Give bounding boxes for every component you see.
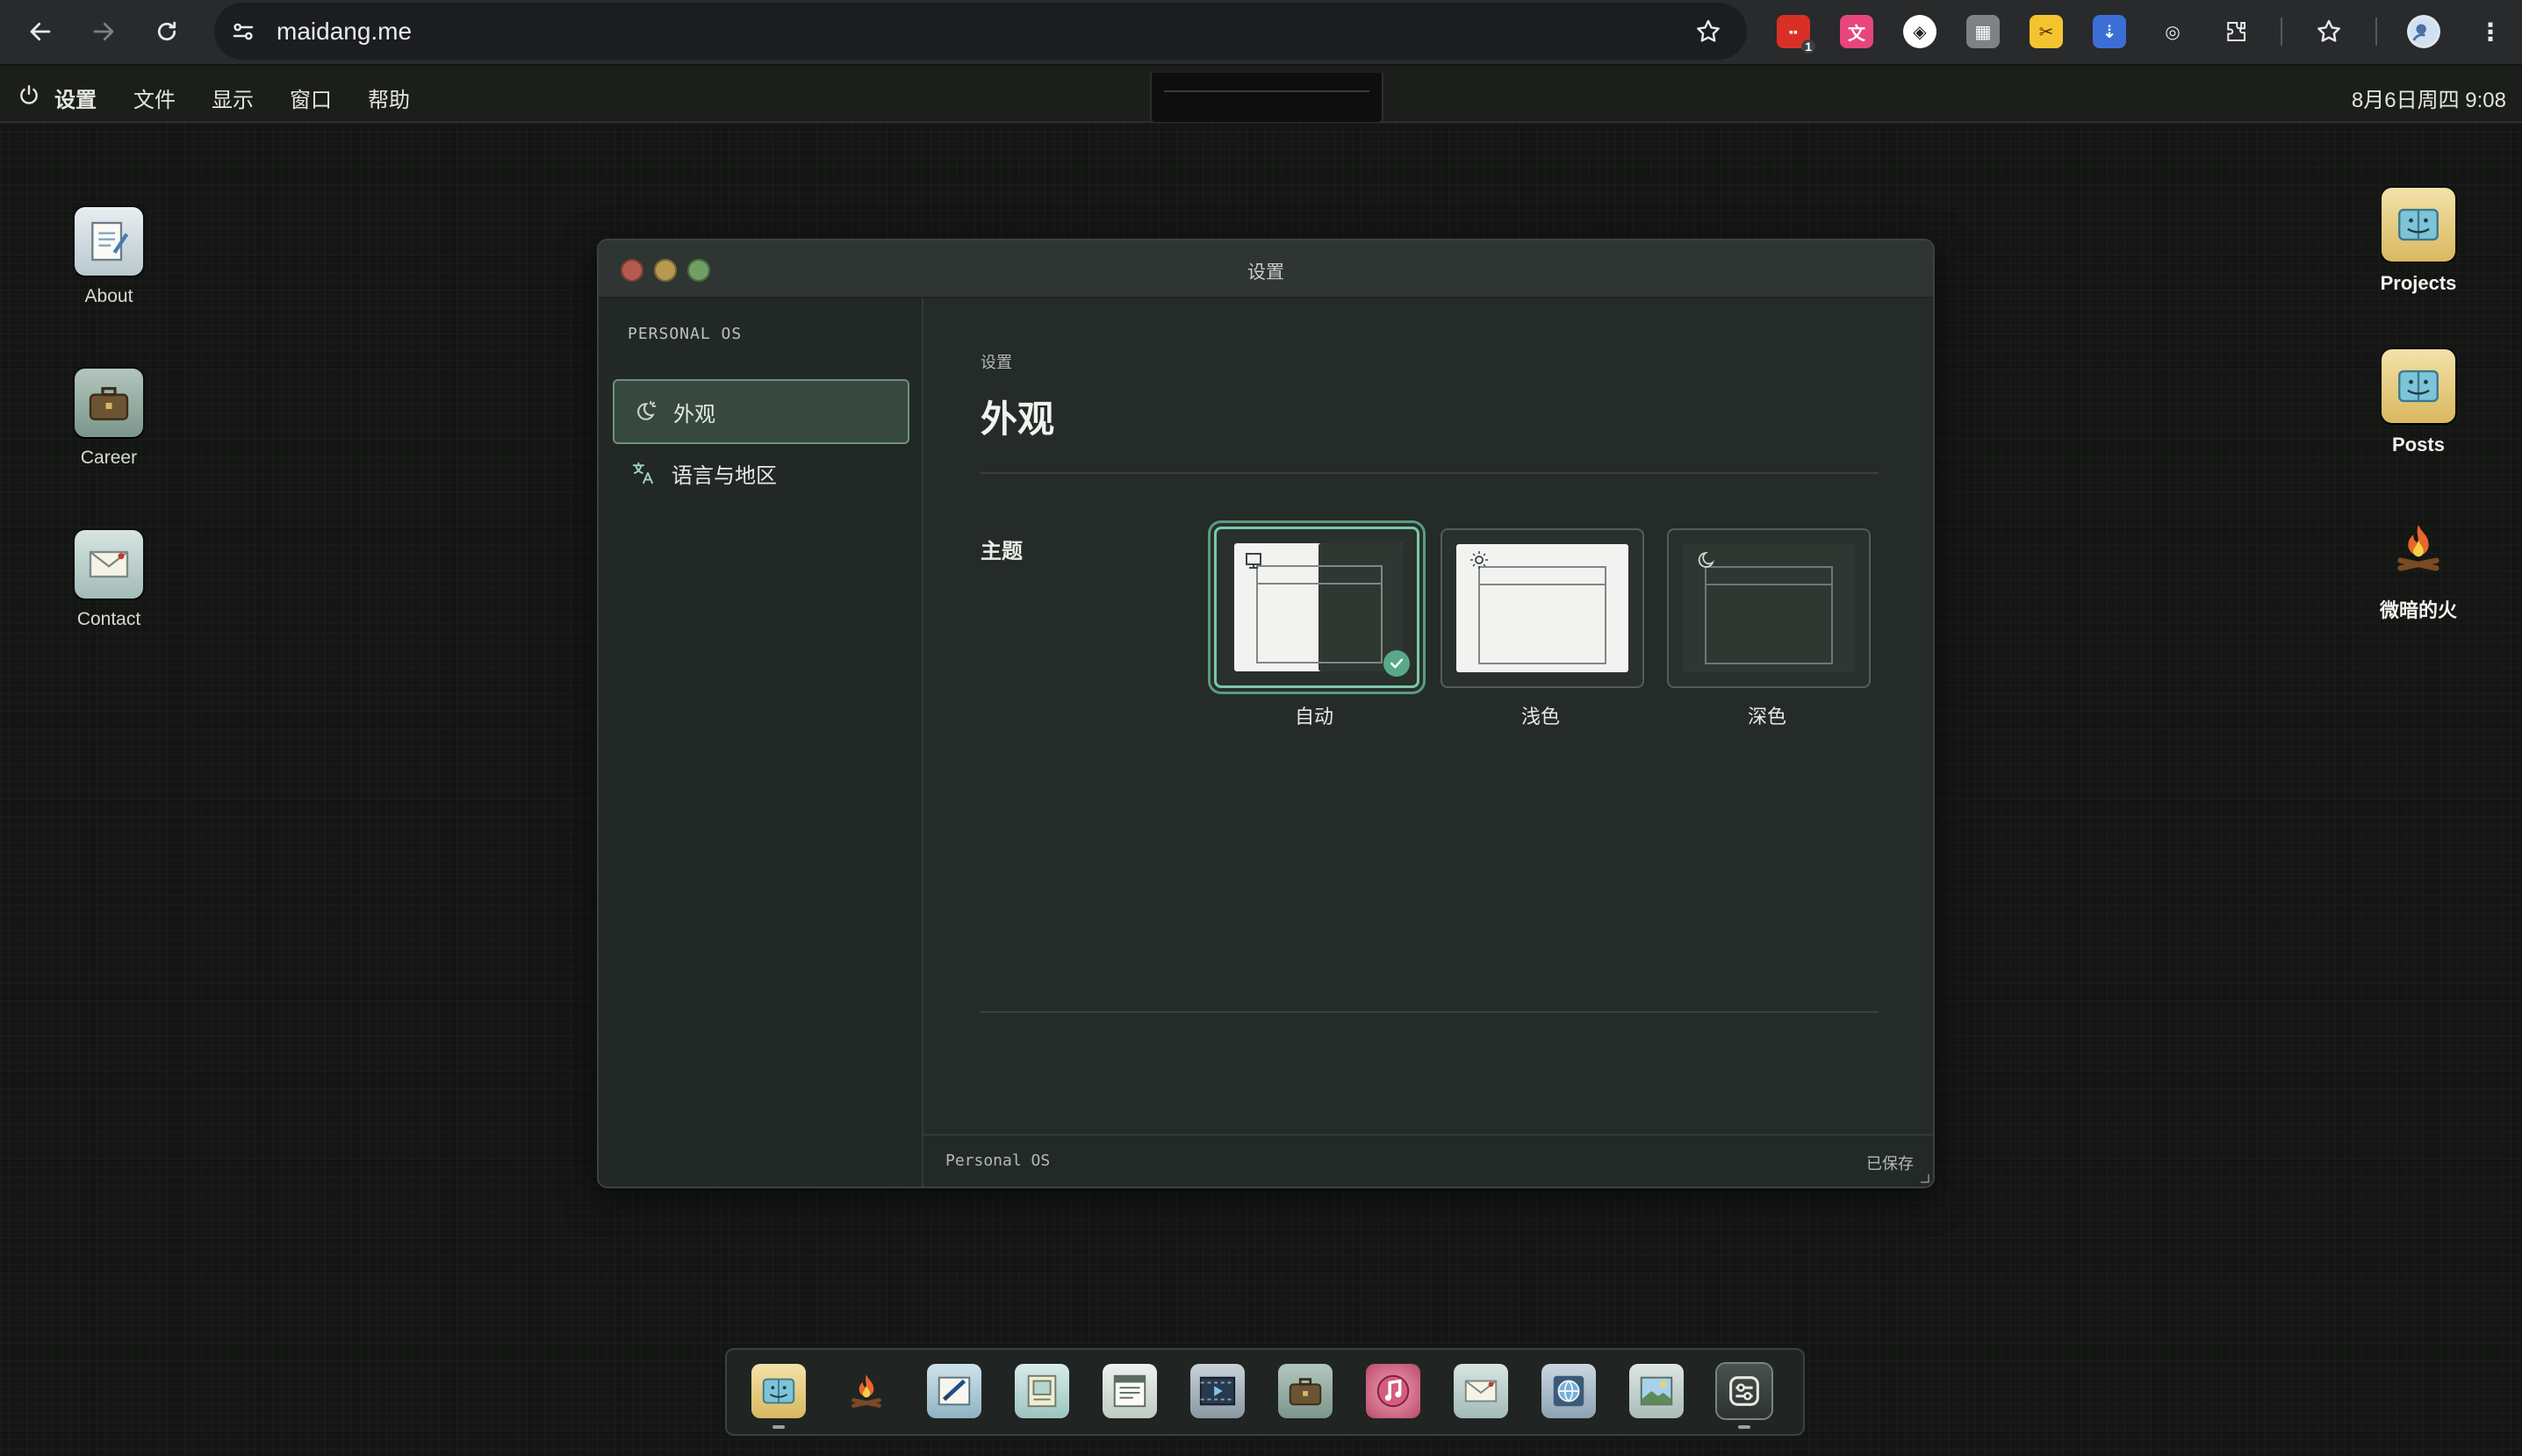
extension-puzzle-block-icon[interactable]: ▦ — [1966, 15, 2000, 48]
dock-photos-icon[interactable] — [1629, 1364, 1684, 1418]
desktop-icon-contact[interactable]: Contact — [34, 530, 183, 630]
profile-avatar-icon[interactable] — [2407, 15, 2440, 48]
desktop-icon-campfire[interactable]: 微暗的火 — [2344, 511, 2493, 623]
mail-icon — [75, 530, 143, 599]
url-text[interactable]: maidang.me — [277, 18, 412, 46]
back-button[interactable] — [21, 12, 60, 51]
kebab-menu-icon[interactable]: ⋮ — [2474, 15, 2507, 48]
window-title: 设置 — [1247, 262, 1284, 283]
menu-help[interactable]: 帮助 — [368, 82, 410, 113]
divider — [981, 1011, 1879, 1013]
campfire-icon — [2382, 511, 2455, 585]
dock-video-player-icon[interactable] — [1190, 1364, 1245, 1418]
browser-toolbar: maidang.me ▪▪ 1 文 ◈ ▦ ✂ ⇣ ◎ ⋮ — [0, 0, 2522, 64]
breadcrumb: 设置 — [981, 354, 1012, 371]
dock-finder-icon[interactable] — [751, 1364, 806, 1418]
arrow-right-icon — [93, 22, 114, 41]
window-footer: Personal OS 已保存 — [923, 1134, 1933, 1187]
bookmark-star-icon[interactable] — [1694, 18, 1722, 46]
settings-content: 设置 外观 主题 自动 浅色 深色 — [923, 298, 1933, 1136]
forward-button[interactable] — [84, 12, 123, 51]
extension-scissors-icon[interactable]: ✂ — [2030, 15, 2063, 48]
window-titlebar[interactable]: 设置 — [599, 240, 1933, 298]
dock-music-icon[interactable] — [1366, 1364, 1420, 1418]
notepad-icon — [75, 207, 143, 276]
briefcase-icon — [75, 369, 143, 437]
dock-running-indicator — [1738, 1425, 1750, 1429]
finder-folder-icon — [2382, 188, 2455, 262]
site-settings-icon[interactable] — [230, 18, 256, 45]
dock-globe-icon[interactable] — [1541, 1364, 1596, 1418]
dock-briefcase-icon[interactable] — [1278, 1364, 1333, 1418]
theme-option-light[interactable] — [1441, 528, 1644, 688]
settings-window: 设置 PERSONAL OS 外观 语言与地区 设置 外观 主题 自动 浅色 深… — [597, 239, 1935, 1188]
desktop-icon-label: Career — [80, 448, 138, 468]
theme-option-dark[interactable] — [1667, 528, 1871, 688]
toolbar-divider — [2375, 18, 2377, 46]
theme-name-auto: 自动 — [1294, 706, 1333, 728]
dock-running-indicator — [772, 1425, 785, 1429]
dock-drawing-icon[interactable] — [927, 1364, 981, 1418]
theme-name-light: 浅色 — [1520, 706, 1560, 728]
extension-link-icon[interactable]: ◈ — [1903, 15, 1936, 48]
menubar-notch — [1150, 73, 1383, 124]
save-status: 已保存 — [1866, 1155, 1914, 1173]
extension-download-icon[interactable]: ⇣ — [2093, 15, 2126, 48]
reload-icon — [157, 21, 176, 41]
desktop-icon-about[interactable]: About — [34, 207, 183, 307]
sidebar-item-label: 语言与地区 — [672, 463, 777, 488]
reload-button[interactable] — [147, 12, 186, 51]
dock-text-editor-icon[interactable] — [1103, 1364, 1157, 1418]
divider — [981, 472, 1879, 474]
resize-handle-icon[interactable] — [1919, 1173, 1929, 1183]
theme-label: 主题 — [981, 540, 1023, 563]
theme-option-auto[interactable] — [1214, 527, 1419, 688]
dock-campfire-icon[interactable] — [839, 1364, 894, 1418]
extension-todo-icon[interactable]: ▪▪ 1 — [1777, 15, 1815, 54]
sidebar-heading: PERSONAL OS — [628, 325, 743, 343]
dock — [725, 1348, 1805, 1436]
desktop-icon-label: Contact — [76, 609, 141, 629]
menubar-clock: 8月6日周四 9:08 — [2351, 89, 2506, 112]
sidebar-item-appearance[interactable]: 外观 — [613, 379, 909, 444]
checkmark-icon — [1383, 650, 1410, 677]
auto-theme-preview — [1234, 543, 1403, 671]
arrow-left-icon — [30, 22, 51, 41]
light-theme-preview — [1456, 544, 1628, 672]
power-logo-icon[interactable] — [18, 83, 40, 106]
menu-view[interactable]: 显示 — [212, 82, 254, 113]
sidebar-item-label: 外观 — [673, 402, 715, 427]
dark-theme-preview — [1683, 544, 1855, 672]
footer-app-name: Personal OS — [945, 1151, 1051, 1170]
desktop-icon-label: 微暗的火 — [2379, 599, 2457, 621]
desktop-icon-label: Posts — [2392, 434, 2445, 455]
page-title: 外观 — [981, 398, 1055, 440]
address-bar[interactable]: maidang.me — [214, 3, 1747, 60]
extension-translate-icon[interactable]: 文 — [1840, 15, 1873, 48]
theme-name-dark: 深色 — [1747, 706, 1786, 728]
appearance-icon — [628, 394, 663, 429]
finder-folder-icon — [2382, 349, 2455, 423]
extensions-puzzle-icon[interactable] — [2219, 15, 2253, 48]
menu-file[interactable]: 文件 — [133, 82, 176, 113]
desktop-icon-label: Projects — [2380, 272, 2457, 294]
dock-mail-icon[interactable] — [1454, 1364, 1508, 1418]
sidebar-item-language-region[interactable]: 语言与地区 — [613, 442, 906, 504]
settings-sidebar: PERSONAL OS 外观 语言与地区 — [599, 298, 923, 1187]
dock-settings-icon[interactable] — [1717, 1364, 1771, 1418]
desktop-icon-career[interactable]: Career — [34, 369, 183, 469]
extension-target-icon[interactable]: ◎ — [2156, 15, 2189, 48]
desktop-icon-label: About — [84, 286, 133, 306]
dock-preview-icon[interactable] — [1015, 1364, 1069, 1418]
menu-app-name[interactable]: 设置 — [54, 82, 97, 113]
translate-icon — [626, 455, 661, 491]
toolbar-divider — [2281, 18, 2282, 46]
bookmarks-star-list-icon[interactable] — [2312, 15, 2346, 48]
desktop-icon-posts[interactable]: Posts — [2344, 349, 2493, 456]
extension-badge: 1 — [1801, 39, 1815, 54]
menu-window[interactable]: 窗口 — [290, 82, 332, 113]
desktop-icon-projects[interactable]: Projects — [2344, 188, 2493, 295]
